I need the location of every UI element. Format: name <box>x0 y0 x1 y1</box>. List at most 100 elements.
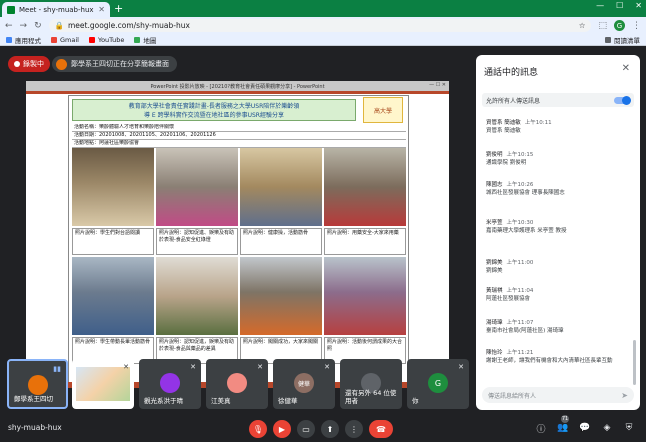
university-logo: 高大學 <box>363 97 403 123</box>
url-text: meet.google.com/shy-muab-hux <box>67 21 190 30</box>
caption-4: 照片說明：用藥安全-大家來用藥 <box>324 228 406 255</box>
chat-input[interactable]: 傳送訊息給所有人 ➤ <box>482 387 634 403</box>
slide-header: 教育部大學社會責任實踐計畫-長者服務之大學USR陪伴於樂齡領 導 E 跨學科實作… <box>72 99 356 121</box>
mic-toggle-button[interactable]: 🎙 <box>249 420 267 438</box>
activities-icon: ◈ <box>603 423 611 433</box>
chat-message: 米亭萱 上午10:30 嘉南藥理大學護理系 米亭萱 教授 <box>486 220 567 234</box>
participant-tile-3[interactable]: ✕ 觀光系洪于晴 <box>139 359 201 409</box>
chat-message: 劉錦美 上午11:00 劉錦美 <box>486 260 534 274</box>
bookmark-apps[interactable]: 應用程式 <box>6 35 41 45</box>
self-avatar: G <box>428 373 448 393</box>
participant-tile-5[interactable]: 健華 ✕ 徐健華 <box>273 359 335 409</box>
presenting-banner: 鄭學系王四切正在分享簡報畫面 <box>52 56 177 72</box>
send-icon[interactable]: ➤ <box>621 391 628 400</box>
people-icon: 👥 <box>557 423 569 433</box>
caption-3: 照片說明：健康操，活動筋骨 <box>240 228 322 255</box>
present-button[interactable]: ⬆ <box>321 420 339 438</box>
close-window-icon[interactable]: ✕ <box>635 1 642 10</box>
mic-off-icon: ✕ <box>257 363 263 371</box>
chat-button[interactable]: 💬 <box>577 420 593 436</box>
participant-avatar <box>27 375 48 395</box>
close-tab-icon[interactable]: ✕ <box>98 5 105 14</box>
meeting-details-button[interactable]: ⓘ <box>533 420 549 436</box>
activity-name: 活動名稱：樂齡體驗人才培育和樂齡陪伴關懷 <box>72 124 406 132</box>
ppt-window-controls-icon: — ☐ ✕ <box>429 82 446 88</box>
participant-tile-1[interactable]: ▮▮ 鄭學系王四切 <box>7 359 68 409</box>
minimize-icon[interactable]: — <box>596 1 604 10</box>
browser-tab-meet[interactable]: Meet - shy-muab-hux ✕ <box>2 2 110 17</box>
participant-tile-more[interactable]: 還有另外 64 位使用者 <box>340 359 402 409</box>
gmail-icon <box>51 36 57 43</box>
address-bar[interactable]: 🔒 meet.google.com/shy-muab-hux ☆ <box>48 19 592 32</box>
chat-message: 湯琦瑋 上午11:07 臺南市社會局(阿蓮社區) 湯琦瑋 <box>486 320 564 334</box>
shield-icon: ⛨ <box>625 423 633 433</box>
shared-screen: PowerPoint 投影片放映 - [20210?教育社會責任碩果觀摩分享] … <box>26 81 449 388</box>
extension-icon[interactable]: ⬚ <box>598 21 607 31</box>
chat-message: 劉俊明 上午10:15 通識學院 劉俊明 <box>486 152 534 166</box>
photo-5 <box>72 257 154 335</box>
activity-date: 活動日期：20201008、20201105、20201106、20201126 <box>72 132 406 140</box>
chat-title: 通話中的訊息 <box>484 68 539 78</box>
photo-2 <box>156 148 238 226</box>
photo-1 <box>72 148 154 226</box>
present-screen-icon: ⬆ <box>326 424 334 434</box>
chat-scrollbar[interactable] <box>633 340 636 385</box>
speaking-indicator-icon: ▮▮ <box>53 365 61 373</box>
bookmark-maps[interactable]: 地圖 <box>134 35 156 45</box>
reload-icon[interactable]: ↻ <box>34 21 42 31</box>
tab-title: Meet - shy-muab-hux <box>19 5 94 14</box>
reading-list[interactable]: 閱讀清單 <box>605 35 640 45</box>
ppt-window-titlebar: PowerPoint 投影片放映 - [20210?教育社會責任碩果觀摩分享] … <box>26 81 449 91</box>
bookmark-star-icon[interactable]: ☆ <box>579 21 586 30</box>
participant-tile-4[interactable]: ✕ 江美真 <box>206 359 268 409</box>
screen: Meet - shy-muab-hux ✕ + — ☐ ✕ ← → ↻ 🔒 me… <box>0 0 646 442</box>
photo-7 <box>240 257 322 335</box>
meeting-stage: 錄製中 鄭學系王四切正在分享簡報畫面 PowerPoint 投影片放映 - [2… <box>0 46 475 388</box>
captions-button[interactable]: ▭ <box>297 420 315 438</box>
reading-list-icon <box>605 36 611 43</box>
camera-off-icon: ▶ <box>278 424 286 434</box>
participant-tile-2[interactable]: ✕ <box>72 359 134 409</box>
slide: 教育部大學社會責任實踐計畫-長者服務之大學USR陪伴於樂齡領 導 E 跨學科實作… <box>68 95 409 385</box>
profile-avatar[interactable]: G <box>614 20 625 31</box>
caption-2: 照片說明：認知促進、娛樂及有助於表現-食品安全紅綠燈 <box>156 228 238 255</box>
more-options-button[interactable]: ⋮ <box>345 420 363 438</box>
host-controls-button[interactable]: ⛨ <box>621 420 637 436</box>
record-dot-icon <box>14 61 20 67</box>
participant-tile-self[interactable]: G ✕ 你 <box>407 359 469 409</box>
caption-1: 照片說明：學生們對台語閱讀 <box>72 228 154 255</box>
activities-button[interactable]: ◈ <box>599 420 615 436</box>
leave-call-button[interactable]: ☎ <box>369 420 393 438</box>
maximize-icon[interactable]: ☐ <box>616 1 623 10</box>
forward-icon[interactable]: → <box>20 21 28 31</box>
photo-4 <box>324 148 406 226</box>
participant-avatar <box>160 373 180 393</box>
chat-message: 資管系 簡迪敏 上午10:11 資管系 簡迪敏 <box>486 120 552 134</box>
recording-indicator[interactable]: 錄製中 <box>8 56 50 72</box>
phone-hangup-icon: ☎ <box>376 424 386 434</box>
mic-off-icon: ✕ <box>458 363 464 371</box>
bookmark-gmail[interactable]: Gmail <box>51 36 79 44</box>
allow-messages-row: 允許所有人傳送訊息 <box>482 93 634 107</box>
back-icon[interactable]: ← <box>5 21 13 31</box>
address-toolbar: ← → ↻ 🔒 meet.google.com/shy-muab-hux ☆ ⬚… <box>0 17 646 34</box>
close-chat-icon[interactable]: ✕ <box>622 63 630 74</box>
activity-location: 活動地點：阿蓮社區樂齡協會 <box>72 140 406 148</box>
participant-avatar: 健華 <box>294 373 314 393</box>
info-icon: ⓘ <box>536 424 546 435</box>
captions-icon: ▭ <box>302 424 310 434</box>
activity-info: 活動名稱：樂齡體驗人才培育和樂齡陪伴關懷 活動日期：20201008、20201… <box>72 124 406 148</box>
bookmark-youtube[interactable]: YouTube <box>88 36 124 44</box>
allow-messages-toggle[interactable] <box>614 95 631 105</box>
camera-toggle-button[interactable]: ▶ <box>273 420 291 438</box>
browser-tab-bar: Meet - shy-muab-hux ✕ + — ☐ ✕ <box>0 0 646 17</box>
ppt-ribbon-strip <box>26 91 449 94</box>
chat-panel: 通話中的訊息 ✕ 允許所有人傳送訊息 資管系 簡迪敏 上午10:11 資管系 簡迪敏… <box>476 55 640 410</box>
presenter-avatar <box>56 58 67 70</box>
youtube-icon <box>88 36 95 43</box>
chat-message: 陳怡玲 上午11:21 謝謝王老師，讓我們有機會和大內清華社區長輩互動 <box>486 350 613 364</box>
menu-kebab-icon[interactable]: ⋮ <box>632 21 641 31</box>
new-tab-icon[interactable]: + <box>114 2 123 15</box>
photo-8 <box>324 257 406 335</box>
more-vert-icon: ⋮ <box>350 424 358 434</box>
